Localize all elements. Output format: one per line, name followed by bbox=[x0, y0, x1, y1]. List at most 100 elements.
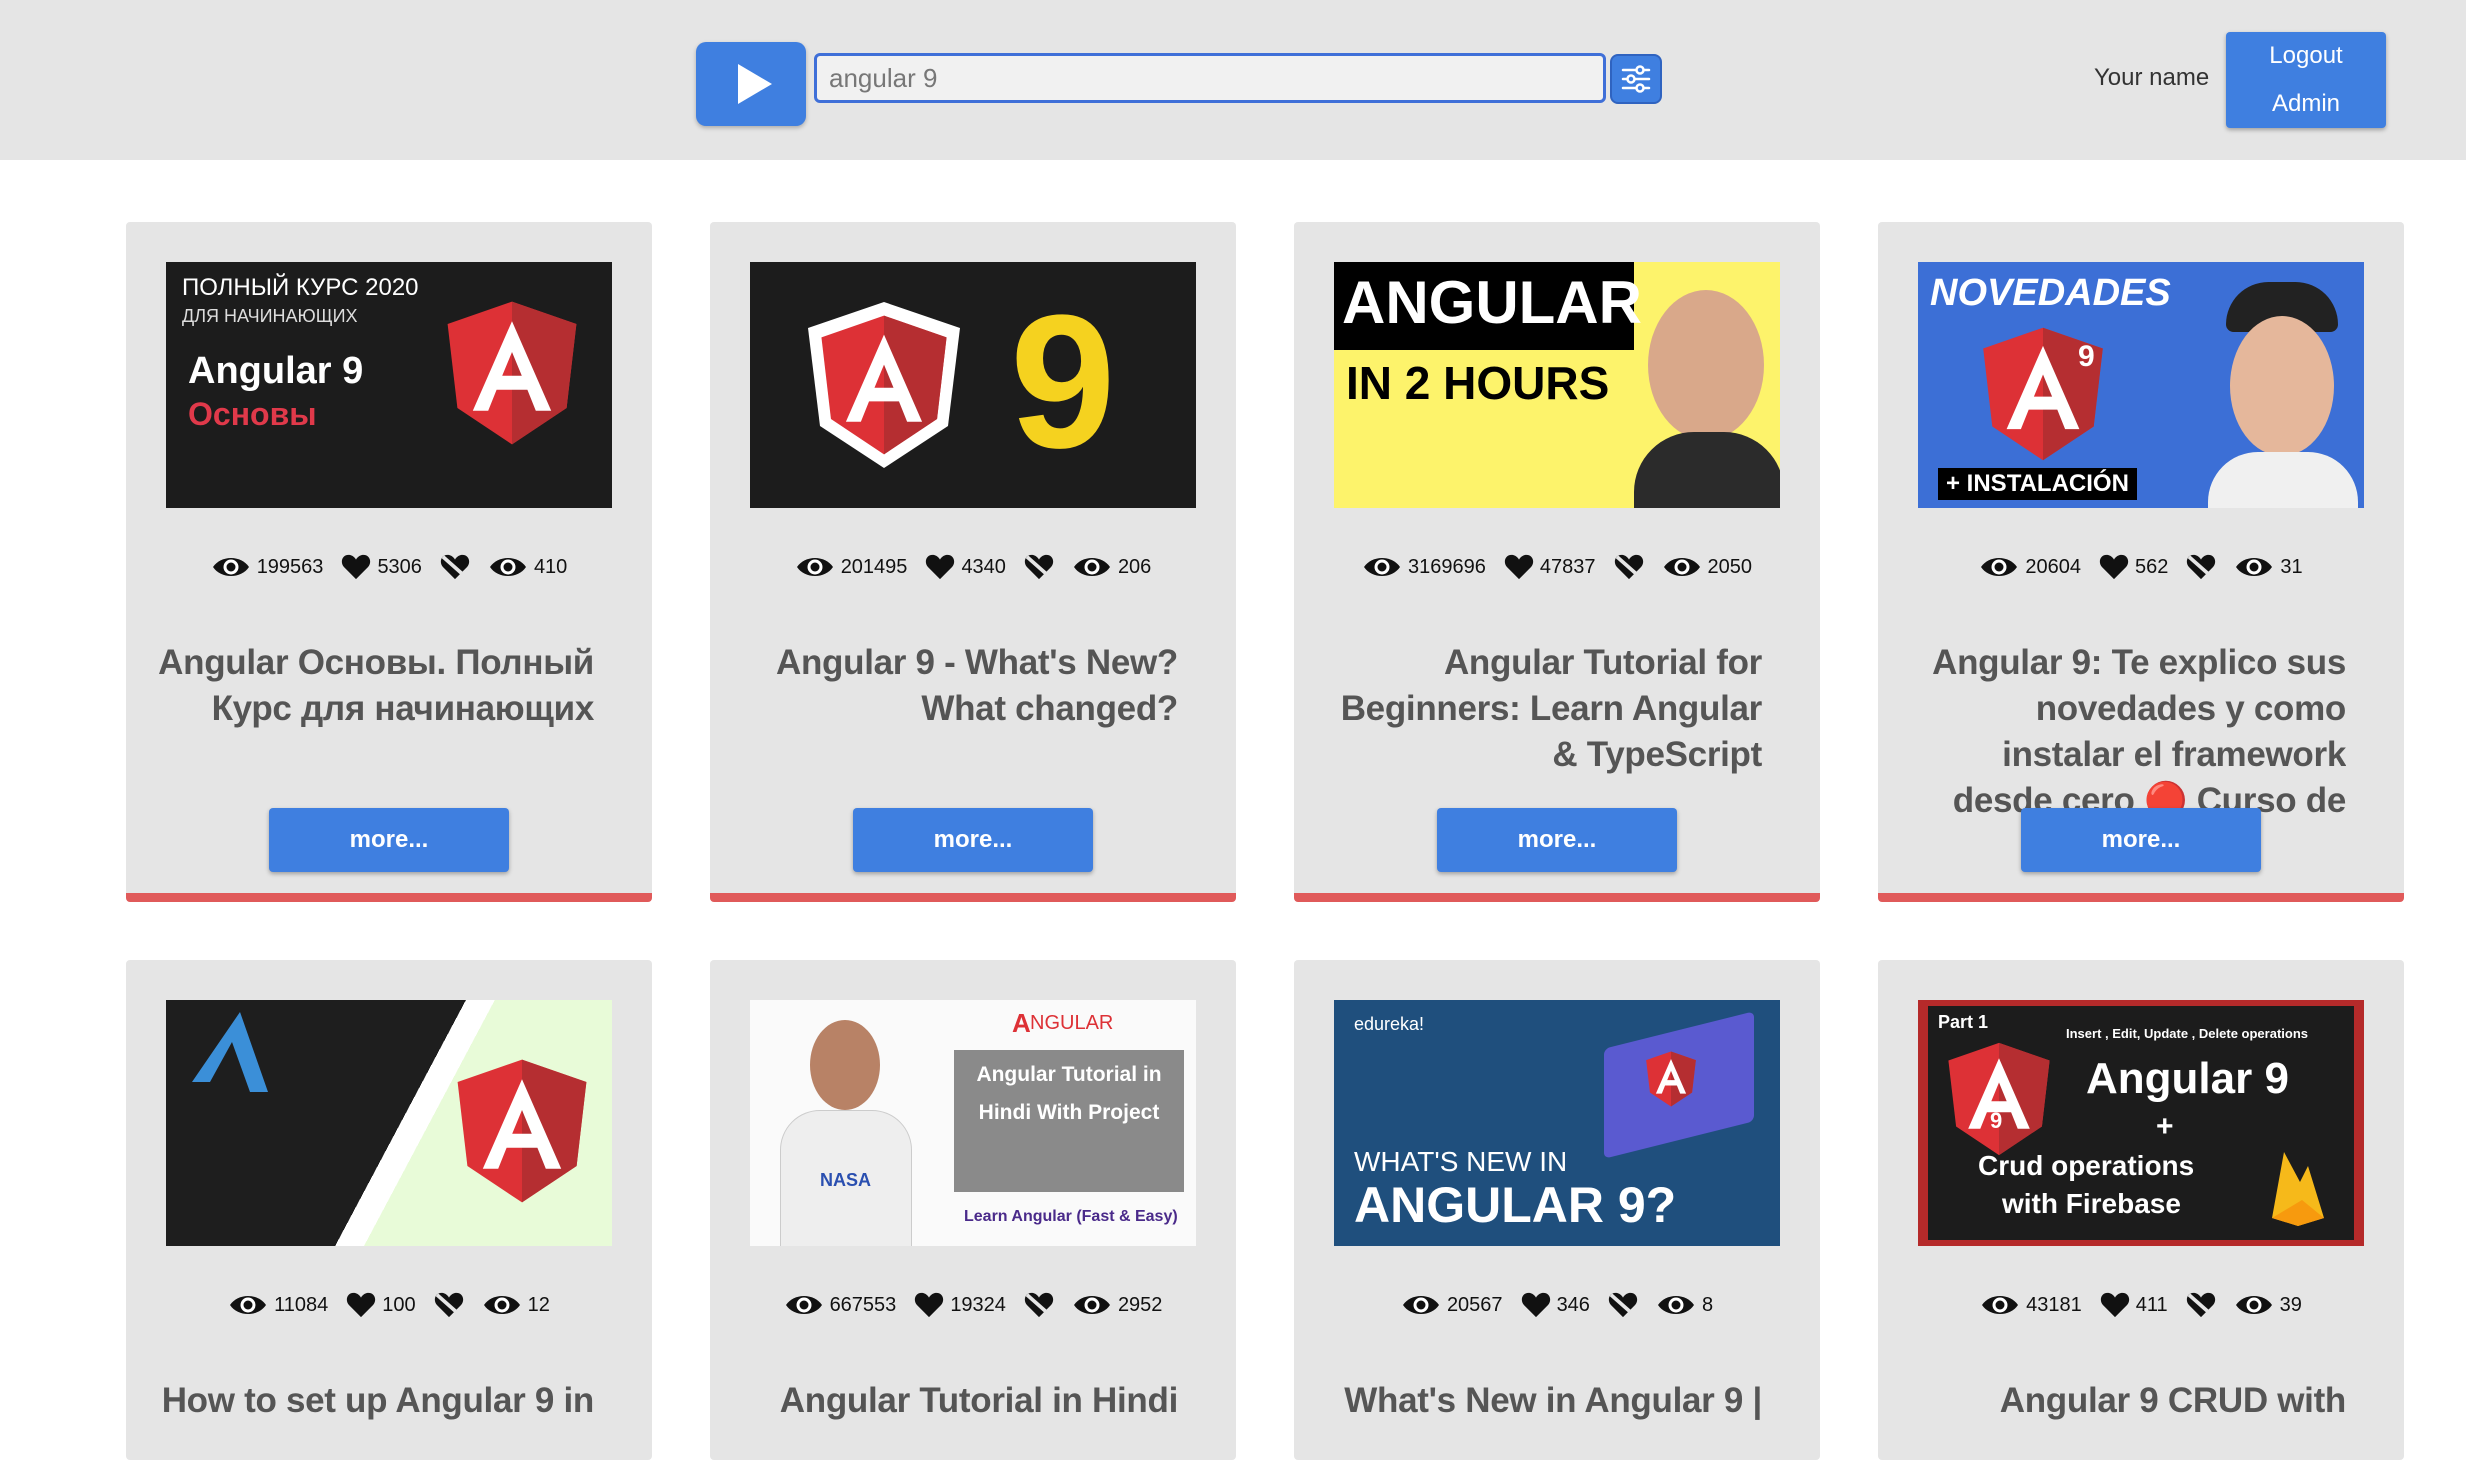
video-title: What's New in Angular 9 | bbox=[1344, 1381, 1762, 1420]
video-thumbnail[interactable]: NASA A NGULAR Angular Tutorial in Hindi … bbox=[750, 1000, 1196, 1246]
watch-count: 39 bbox=[2279, 1293, 2302, 1316]
views-icon bbox=[1979, 554, 2019, 580]
logout-button[interactable]: Logout Admin bbox=[2226, 32, 2386, 128]
like-icon[interactable] bbox=[341, 554, 371, 580]
like-icon[interactable] bbox=[2100, 1292, 2130, 1318]
firebase-icon bbox=[2272, 1152, 2324, 1226]
video-card: ПОЛНЫЙ КУРС 2020 ДЛЯ НАЧИНАЮЩИХ Angular … bbox=[126, 222, 652, 902]
thumb-text: Learn Angular (Fast & Easy) bbox=[964, 1208, 1178, 1225]
video-thumbnail[interactable]: Part 1 Insert , Edit, Update , Delete op… bbox=[1918, 1000, 2364, 1246]
sliders-icon bbox=[1621, 65, 1651, 93]
dislike-icon[interactable] bbox=[1024, 1292, 1054, 1318]
views-icon bbox=[1980, 1292, 2020, 1318]
more-button[interactable]: more... bbox=[2021, 808, 2261, 872]
video-thumbnail[interactable]: edureka! WHAT'S NEW IN ANGULAR 9? bbox=[1334, 1000, 1780, 1246]
video-title: Angular Основы. Полный Курс для начинающ… bbox=[158, 643, 594, 728]
video-thumbnail[interactable] bbox=[166, 1000, 612, 1246]
watch-icon bbox=[1072, 554, 1112, 580]
dislike-icon[interactable] bbox=[1024, 554, 1054, 580]
watch-count: 410 bbox=[533, 555, 568, 578]
video-title: Angular Tutorial for Beginners: Learn An… bbox=[1340, 643, 1763, 774]
thumb-text: + bbox=[2156, 1110, 2174, 1143]
thumb-text: Angular 9 bbox=[188, 350, 364, 392]
more-button[interactable]: more... bbox=[1437, 808, 1677, 872]
vscode-logo bbox=[192, 1012, 268, 1092]
views-count: 199563 bbox=[256, 555, 324, 578]
video-card: NOVEDADES 9 + INSTALACIÓN 20604 562 31 A… bbox=[1878, 222, 2404, 902]
thumb-text: IN 2 HOURS bbox=[1346, 357, 1610, 409]
dislike-icon[interactable] bbox=[2186, 1292, 2216, 1318]
more-button[interactable]: more... bbox=[269, 808, 509, 872]
video-title: Angular Tutorial in Hindi bbox=[779, 1381, 1179, 1420]
views-icon bbox=[1362, 554, 1402, 580]
video-thumbnail[interactable]: NOVEDADES 9 + INSTALACIÓN bbox=[1918, 262, 2364, 508]
angular-logo bbox=[808, 302, 960, 468]
likes-count: 5306 bbox=[377, 555, 422, 578]
angular-logo bbox=[1944, 1040, 2054, 1158]
thumb-text: Insert , Edit, Update , Delete operation… bbox=[2066, 1026, 2308, 1041]
like-icon[interactable] bbox=[2099, 554, 2129, 580]
thumb-text: 9 bbox=[1010, 276, 1116, 488]
dislike-icon[interactable] bbox=[1614, 554, 1644, 580]
presenter-photo bbox=[2208, 282, 2358, 508]
dislike-icon[interactable] bbox=[2186, 554, 2216, 580]
thumb-text: edureka! bbox=[1354, 1014, 1425, 1034]
thumb-text: NOVEDADES bbox=[1930, 272, 2171, 314]
views-count: 43181 bbox=[2026, 1293, 2082, 1316]
watch-icon bbox=[1662, 554, 1702, 580]
search-input[interactable] bbox=[814, 53, 1606, 103]
logout-label: Logout bbox=[2269, 42, 2343, 69]
video-stats: 667553 19324 2952 bbox=[710, 1292, 1236, 1318]
presenter-photo: NASA bbox=[770, 1020, 920, 1246]
more-button[interactable]: more... bbox=[853, 808, 1093, 872]
like-icon[interactable] bbox=[1504, 554, 1534, 580]
watch-icon bbox=[2234, 1292, 2274, 1318]
dislike-icon[interactable] bbox=[434, 1292, 464, 1318]
thumb-text: Part 1 bbox=[1938, 1012, 1989, 1032]
likes-count: 4340 bbox=[961, 555, 1006, 578]
thumb-text: A bbox=[1012, 1008, 1031, 1038]
likes-count: 19324 bbox=[950, 1293, 1006, 1316]
likes-count: 47837 bbox=[1539, 555, 1596, 578]
like-icon[interactable] bbox=[346, 1292, 376, 1318]
like-icon[interactable] bbox=[914, 1292, 944, 1318]
views-icon bbox=[784, 1292, 824, 1318]
likes-count: 562 bbox=[2135, 555, 2169, 578]
watch-icon bbox=[1656, 1292, 1696, 1318]
thumb-text: NGULAR bbox=[1030, 1012, 1114, 1034]
views-icon bbox=[795, 554, 835, 580]
video-thumbnail[interactable]: ПОЛНЫЙ КУРС 2020 ДЛЯ НАЧИНАЮЩИХ Angular … bbox=[166, 262, 612, 508]
like-icon[interactable] bbox=[1521, 1292, 1551, 1318]
role-label: Admin bbox=[2271, 90, 2341, 117]
dislike-icon[interactable] bbox=[440, 554, 470, 580]
video-card: edureka! WHAT'S NEW IN ANGULAR 9? 20567 … bbox=[1294, 960, 1820, 1460]
like-icon[interactable] bbox=[925, 554, 955, 580]
angular-logo bbox=[1644, 1050, 1698, 1108]
views-count: 11084 bbox=[274, 1293, 329, 1316]
thumb-text: Crud operations bbox=[1978, 1150, 2195, 1181]
play-logo-button[interactable] bbox=[696, 42, 806, 126]
filter-button[interactable] bbox=[1610, 54, 1662, 104]
video-thumbnail[interactable]: ANGULAR IN 2 HOURS bbox=[1334, 262, 1780, 508]
video-title: How to set up Angular 9 in bbox=[161, 1381, 595, 1420]
angular-logo bbox=[442, 298, 582, 448]
watch-icon bbox=[2234, 554, 2274, 580]
views-count: 20604 bbox=[2025, 555, 2081, 578]
top-bar: Your name Logout Admin bbox=[0, 0, 2466, 160]
presenter-photo bbox=[1634, 282, 1780, 508]
video-thumbnail[interactable]: 9 bbox=[750, 262, 1196, 508]
likes-count: 411 bbox=[2135, 1293, 2168, 1316]
dislike-icon[interactable] bbox=[1608, 1292, 1638, 1318]
thumb-text: ANGULAR 9? bbox=[1354, 1177, 1677, 1233]
thumb-text: ANGULAR bbox=[1342, 269, 1642, 336]
likes-count: 346 bbox=[1556, 1293, 1590, 1316]
video-card: 11084 100 12 How to set up Angular 9 in bbox=[126, 960, 652, 1460]
video-stats: 20604 562 31 bbox=[1878, 554, 2404, 580]
thumb-text: Основы bbox=[188, 396, 317, 432]
thumb-text: ПОЛНЫЙ КУРС 2020 bbox=[182, 274, 419, 301]
video-stats: 20567 346 8 bbox=[1294, 1292, 1820, 1318]
views-count: 667553 bbox=[829, 1293, 897, 1316]
thumb-text: Angular Tutorial in Hindi With Project bbox=[954, 1050, 1184, 1192]
watch-icon bbox=[1072, 1292, 1112, 1318]
video-card: 9 201495 4340 206 Angular 9 - What's New… bbox=[710, 222, 1236, 902]
